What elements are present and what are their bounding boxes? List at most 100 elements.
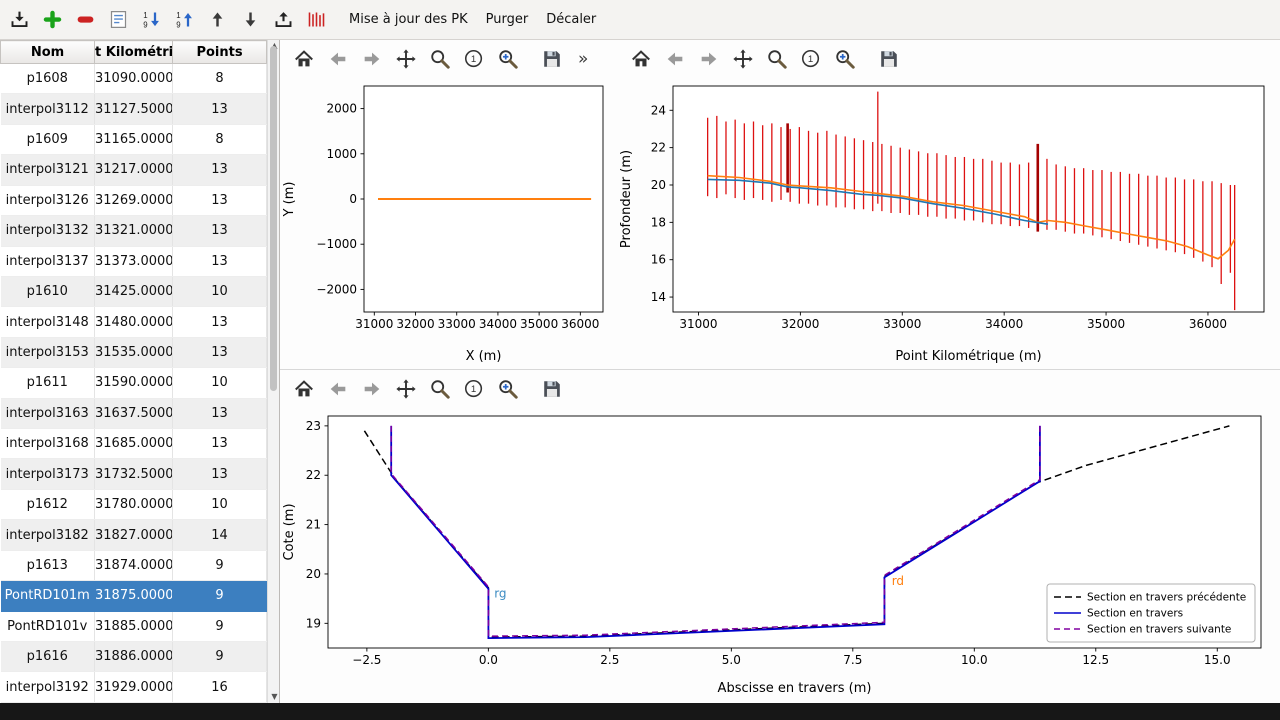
menu-purger[interactable]: Purger xyxy=(477,7,538,32)
remove-row-icon xyxy=(75,9,96,30)
table-row[interactable]: PontRD101v31885.00009 xyxy=(1,611,267,641)
import-button[interactable] xyxy=(4,4,35,35)
svg-text:Abscisse en travers (m): Abscisse en travers (m) xyxy=(718,681,872,696)
edit-form-button[interactable] xyxy=(103,4,134,35)
table-row[interactable]: p161331874.00009 xyxy=(1,550,267,580)
remove-row-button[interactable] xyxy=(70,4,101,35)
svg-text:21: 21 xyxy=(306,518,321,532)
toolbar-menu-group: Mise à jour des PKPurgerDécaler xyxy=(340,7,605,32)
svg-text:0: 0 xyxy=(349,192,357,206)
back-button[interactable] xyxy=(324,45,352,73)
sort-ascending-button[interactable] xyxy=(169,4,200,35)
table-header-row: Nom t Kilométrique Points xyxy=(1,41,267,64)
svg-text:2000: 2000 xyxy=(326,102,357,116)
pk-bars-button[interactable] xyxy=(301,4,332,35)
trace-plot-canvas[interactable]: 310003200033000340003500036000−2000−1000… xyxy=(280,78,615,366)
table-row[interactable]: p161631886.00009 xyxy=(1,642,267,672)
table-row[interactable]: interpol319231929.000016 xyxy=(1,672,267,703)
pan-button[interactable] xyxy=(729,45,757,73)
zoom-rect-button[interactable] xyxy=(494,45,522,73)
add-row-button[interactable] xyxy=(37,4,68,35)
scrollbar-down-icon[interactable]: ▼ xyxy=(268,691,281,703)
cell-nom: interpol3192 xyxy=(1,672,95,703)
column-header-points[interactable]: Points xyxy=(173,41,267,64)
export-button[interactable] xyxy=(268,4,299,35)
table-row[interactable]: interpol313731373.000013 xyxy=(1,246,267,276)
table-row[interactable]: p160831090.00008 xyxy=(1,64,267,94)
cell-pk: 31886.0000 xyxy=(95,642,173,672)
table-row[interactable]: interpol313231321.000013 xyxy=(1,216,267,246)
svg-text:Point Kilométrique (m): Point Kilométrique (m) xyxy=(895,349,1041,364)
zoom-region-button[interactable] xyxy=(797,45,825,73)
column-header-nom[interactable]: Nom xyxy=(1,41,95,64)
cross-section-plot-canvas[interactable]: −2.50.02.55.07.510.012.515.01920212223Ab… xyxy=(280,408,1275,698)
forward-button[interactable] xyxy=(358,45,386,73)
table-row[interactable]: interpol312631269.000013 xyxy=(1,185,267,215)
table-row[interactable]: p160931165.00008 xyxy=(1,124,267,154)
pan-button[interactable] xyxy=(392,375,420,403)
save-button[interactable] xyxy=(538,375,566,403)
forward-button[interactable] xyxy=(695,45,723,73)
scrollbar-thumb[interactable] xyxy=(270,46,277,391)
cell-nom: interpol3153 xyxy=(1,337,95,367)
svg-text:15.0: 15.0 xyxy=(1204,653,1231,667)
zoom-rect-button[interactable] xyxy=(494,375,522,403)
back-button[interactable] xyxy=(324,375,352,403)
menu-mise-a-jour-des-pk[interactable]: Mise à jour des PK xyxy=(340,7,477,32)
zoom-rect-button[interactable] xyxy=(831,45,859,73)
svg-text:33000: 33000 xyxy=(438,317,476,331)
sort-descending-button[interactable] xyxy=(136,4,167,35)
svg-text:36000: 36000 xyxy=(561,317,599,331)
cell-points: 14 xyxy=(173,520,267,550)
zoom-button[interactable] xyxy=(763,45,791,73)
table-row[interactable]: p161131590.000010 xyxy=(1,368,267,398)
table-row[interactable]: PontRD101m31875.00009 xyxy=(1,581,267,611)
move-down-button[interactable] xyxy=(235,4,266,35)
pan-button[interactable] xyxy=(392,45,420,73)
forward-icon xyxy=(698,48,720,70)
save-button[interactable] xyxy=(875,45,903,73)
table-row[interactable]: interpol316831685.000013 xyxy=(1,429,267,459)
back-button[interactable] xyxy=(661,45,689,73)
cell-nom: interpol3173 xyxy=(1,459,95,489)
move-up-button[interactable] xyxy=(202,4,233,35)
toolbar-overflow-indicator[interactable]: » xyxy=(578,49,588,69)
table-row[interactable]: interpol317331732.500013 xyxy=(1,459,267,489)
sort-ascending-icon xyxy=(174,9,195,30)
forward-button[interactable] xyxy=(358,375,386,403)
zoom-region-button[interactable] xyxy=(460,375,488,403)
table-scrollbar[interactable]: ▲ ▼ xyxy=(267,40,279,703)
cell-pk: 31535.0000 xyxy=(95,337,173,367)
svg-text:20: 20 xyxy=(651,178,666,192)
save-button[interactable] xyxy=(538,45,566,73)
zoom-region-button[interactable] xyxy=(460,45,488,73)
menu-decaler[interactable]: Décaler xyxy=(537,7,605,32)
profile-plot-canvas[interactable]: 3100032000330003400035000360001416182022… xyxy=(617,78,1272,366)
cell-points: 9 xyxy=(173,642,267,672)
pk-bars-icon xyxy=(306,9,327,30)
svg-text:7.5: 7.5 xyxy=(843,653,862,667)
table-row[interactable]: interpol314831480.000013 xyxy=(1,307,267,337)
table-row[interactable]: interpol316331637.500013 xyxy=(1,398,267,428)
home-button[interactable] xyxy=(290,375,318,403)
cell-points: 13 xyxy=(173,155,267,185)
table-row[interactable]: interpol312131217.000013 xyxy=(1,155,267,185)
home-button[interactable] xyxy=(627,45,655,73)
zoom-rect-icon xyxy=(834,48,856,70)
table-row[interactable]: interpol311231127.500013 xyxy=(1,94,267,124)
cell-pk: 31732.5000 xyxy=(95,459,173,489)
zoom-button[interactable] xyxy=(426,375,454,403)
table-row[interactable]: p161231780.000010 xyxy=(1,489,267,519)
table-row[interactable]: interpol315331535.000013 xyxy=(1,337,267,367)
toolbar-icon-group xyxy=(4,4,332,35)
home-icon xyxy=(630,48,652,70)
main-toolbar: Mise à jour des PKPurgerDécaler xyxy=(0,0,1280,40)
svg-text:5.0: 5.0 xyxy=(722,653,741,667)
zoom-button[interactable] xyxy=(426,45,454,73)
column-header-pk[interactable]: t Kilométrique xyxy=(95,41,173,64)
table-row[interactable]: p161031425.000010 xyxy=(1,276,267,306)
edit-form-icon xyxy=(108,9,129,30)
home-button[interactable] xyxy=(290,45,318,73)
cell-points: 13 xyxy=(173,429,267,459)
table-row[interactable]: interpol318231827.000014 xyxy=(1,520,267,550)
